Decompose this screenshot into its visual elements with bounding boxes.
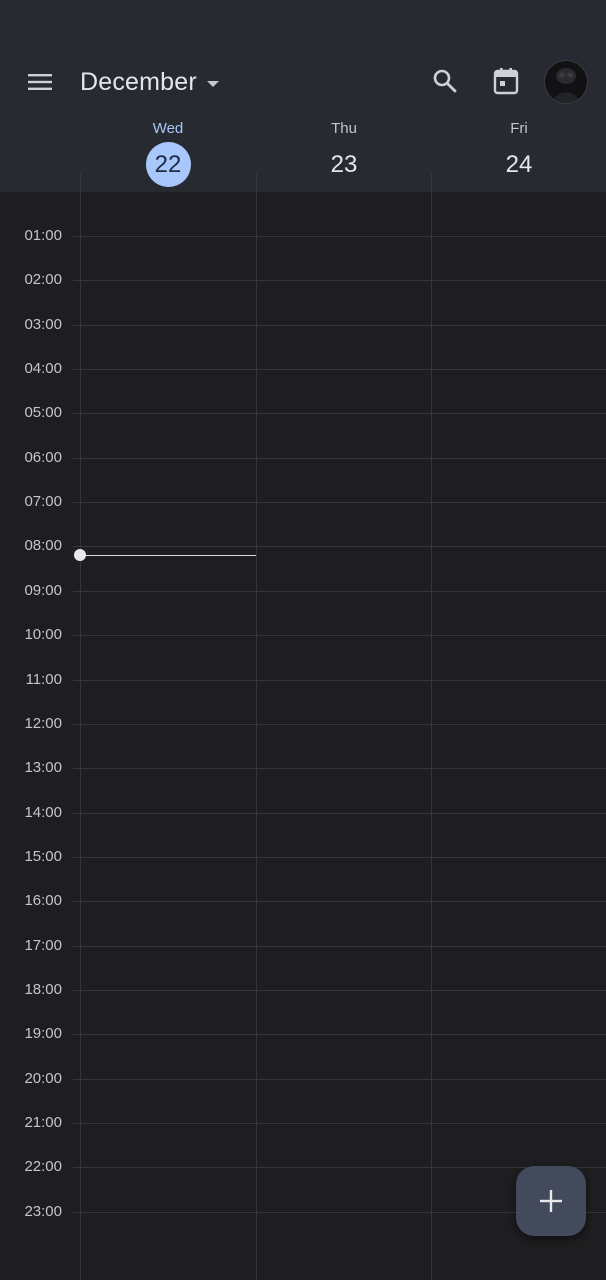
hour-label: 18:00 bbox=[24, 981, 62, 998]
time-grid[interactable]: 01:00 02:00 03:00 04:00 05:00 06:00 07:00 08:00… bbox=[0, 172, 606, 1280]
hour-line bbox=[73, 458, 606, 459]
hour-line bbox=[73, 369, 606, 370]
day-name: Fri bbox=[510, 120, 528, 137]
current-time-dot bbox=[74, 549, 86, 561]
hour-label: 04:00 bbox=[24, 360, 62, 377]
hour-label: 08:00 bbox=[24, 537, 62, 554]
hour-line bbox=[73, 1123, 606, 1124]
hour-label: 14:00 bbox=[24, 804, 62, 821]
hour-line bbox=[73, 546, 606, 547]
search-button[interactable] bbox=[423, 59, 467, 103]
hour-line bbox=[73, 946, 606, 947]
day-header-fri[interactable]: Fri 24 bbox=[431, 118, 606, 188]
hour-line bbox=[73, 1034, 606, 1035]
hour-label: 07:00 bbox=[24, 493, 62, 510]
hour-label: 21:00 bbox=[24, 1114, 62, 1131]
hour-label: 06:00 bbox=[24, 449, 62, 466]
hour-label: 15:00 bbox=[24, 848, 62, 865]
hour-label: 19:00 bbox=[24, 1025, 62, 1042]
day-number-today: 22 bbox=[145, 142, 191, 187]
hour-line bbox=[73, 901, 606, 902]
hour-label: 23:00 bbox=[24, 1203, 62, 1220]
hour-label: 02:00 bbox=[24, 271, 62, 288]
hour-label: 09:00 bbox=[24, 582, 62, 599]
app-header: December Wed 22 Thu 23 Fri 24 bbox=[0, 0, 606, 192]
hour-label: 16:00 bbox=[24, 892, 62, 909]
hour-line bbox=[73, 591, 606, 592]
day-number: 23 bbox=[330, 151, 358, 178]
hour-line bbox=[73, 413, 606, 414]
hour-line bbox=[73, 990, 606, 991]
hour-line bbox=[73, 236, 606, 237]
day-number: 24 bbox=[505, 151, 533, 178]
column-divider bbox=[80, 172, 81, 1280]
calendar-screen: December Wed 22 Thu 23 Fri 24 01:00 02:0… bbox=[0, 0, 606, 1280]
hour-line bbox=[73, 768, 606, 769]
hour-label: 22:00 bbox=[24, 1158, 62, 1175]
hour-line bbox=[73, 724, 606, 725]
hour-label: 11:00 bbox=[25, 671, 62, 688]
column-divider bbox=[256, 172, 257, 1280]
hour-line bbox=[73, 635, 606, 636]
month-selector[interactable]: December bbox=[80, 60, 219, 104]
hour-line bbox=[73, 502, 606, 503]
create-event-button[interactable] bbox=[516, 1166, 586, 1236]
menu-icon bbox=[28, 74, 52, 90]
hour-line bbox=[73, 680, 606, 681]
avatar[interactable] bbox=[544, 60, 588, 104]
calendar-today-icon bbox=[493, 68, 519, 95]
hour-line bbox=[73, 813, 606, 814]
hour-label: 13:00 bbox=[24, 759, 62, 776]
hour-label: 12:00 bbox=[24, 715, 62, 732]
day-name: Thu bbox=[331, 120, 357, 137]
search-icon bbox=[433, 69, 457, 93]
hour-line bbox=[73, 325, 606, 326]
month-label: December bbox=[80, 67, 197, 96]
hour-line bbox=[73, 1079, 606, 1080]
hour-label: 10:00 bbox=[24, 626, 62, 643]
day-name: Wed bbox=[152, 120, 184, 137]
hour-label: 01:00 bbox=[24, 227, 62, 244]
today-button[interactable] bbox=[484, 59, 528, 103]
column-divider bbox=[431, 172, 432, 1280]
hour-line bbox=[73, 280, 606, 281]
menu-button[interactable] bbox=[18, 60, 62, 104]
hour-line bbox=[73, 857, 606, 858]
hour-label: 03:00 bbox=[24, 316, 62, 333]
hour-label: 17:00 bbox=[24, 937, 62, 954]
day-header-wed[interactable]: Wed 22 bbox=[80, 118, 256, 188]
caret-down-icon bbox=[206, 80, 219, 87]
day-header-thu[interactable]: Thu 23 bbox=[256, 118, 432, 188]
hour-label: 20:00 bbox=[24, 1070, 62, 1087]
hour-label: 05:00 bbox=[24, 404, 62, 421]
current-time-line bbox=[80, 555, 256, 556]
plus-icon bbox=[540, 1190, 562, 1212]
